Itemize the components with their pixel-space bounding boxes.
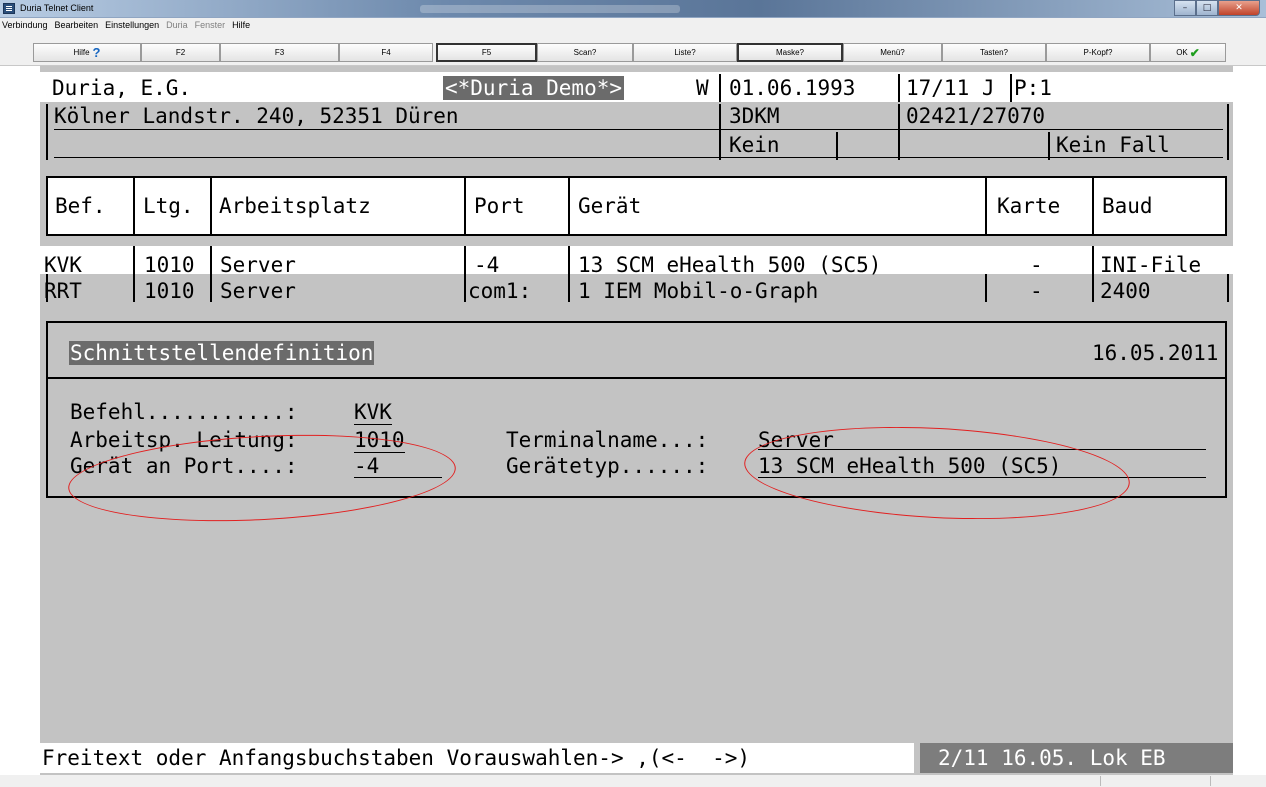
check-icon: ✔ bbox=[1189, 45, 1200, 60]
f4-button[interactable]: F4 bbox=[339, 43, 433, 62]
minimize-button[interactable]: – bbox=[1174, 0, 1196, 16]
col-header-baud: Baud bbox=[1102, 194, 1153, 218]
menu-einstellungen[interactable]: Einstellungen bbox=[105, 20, 159, 30]
help-label: Hilfe bbox=[73, 48, 90, 57]
title-bar: Duria Telnet Client – □ ✕ bbox=[0, 0, 1266, 18]
insurance-code: 3DKM bbox=[729, 104, 780, 128]
menue-label: Menü? bbox=[880, 48, 905, 57]
patient-name: Duria, E.G. bbox=[52, 76, 192, 100]
col-header-bef: Bef. bbox=[55, 194, 106, 218]
f5-label: F5 bbox=[481, 48, 492, 57]
ok-button[interactable]: OK ✔ bbox=[1150, 43, 1226, 62]
tasten-button[interactable]: Tasten? bbox=[942, 43, 1046, 62]
tasten-label: Tasten? bbox=[979, 48, 1009, 57]
menue-button[interactable]: Menü? bbox=[843, 43, 942, 62]
patient-age: 17/11 J bbox=[906, 76, 995, 100]
f2-label: F2 bbox=[175, 48, 186, 57]
kein-field: Kein bbox=[729, 133, 780, 157]
col-header-geraet: Gerät bbox=[578, 194, 642, 218]
row2-port: com1: bbox=[468, 279, 532, 303]
menu-duria[interactable]: Duria bbox=[166, 20, 188, 30]
col-header-port: Port bbox=[474, 194, 525, 218]
blurred-document-title bbox=[420, 5, 680, 13]
liste-label: Liste? bbox=[674, 48, 696, 57]
col-header-arbeitsplatz: Arbeitsplatz bbox=[219, 194, 371, 218]
scan-label: Scan? bbox=[573, 48, 597, 57]
status-hint-text: Freitext oder Anfangsbuchstaben Vorauswa… bbox=[42, 746, 751, 770]
row2-ltg: 1010 bbox=[144, 279, 195, 303]
patient-header-row bbox=[40, 72, 1233, 102]
p-kopf-label: P-Kopf? bbox=[1083, 48, 1113, 57]
ok-label: OK bbox=[1176, 48, 1188, 57]
terminal-label: Terminalname...: bbox=[506, 428, 709, 452]
section-title: Schnittstellendefinition bbox=[69, 341, 375, 365]
col-header-karte: Karte bbox=[997, 194, 1061, 218]
terminal-screen[interactable]: Duria, E.G. <*Duria Demo*> W 01.06.1993 … bbox=[40, 66, 1233, 775]
maske-label: Maske? bbox=[775, 48, 804, 57]
function-key-bar: Hilfe ? F2 F3 F4 F5 Scan? Liste? Maske? … bbox=[0, 32, 1266, 66]
befehl-label: Befehl...........: bbox=[70, 400, 298, 424]
menu-bearbeiten[interactable]: Bearbeiten bbox=[55, 20, 99, 30]
f3-button[interactable]: F3 bbox=[220, 43, 339, 62]
help-button[interactable]: Hilfe ? bbox=[33, 43, 141, 62]
row2-baud: 2400 bbox=[1100, 279, 1151, 303]
maximize-button[interactable]: □ bbox=[1196, 0, 1218, 16]
window-status-strip bbox=[0, 775, 1266, 787]
patient-phone: 02421/27070 bbox=[906, 104, 1046, 128]
f4-label: F4 bbox=[381, 48, 391, 57]
case-status: Kein Fall bbox=[1056, 133, 1170, 157]
window-title: Duria Telnet Client bbox=[20, 3, 94, 13]
typ-label: Gerätetyp......: bbox=[506, 454, 709, 478]
patient-address: Kölner Landstr. 240, 52351 Düren bbox=[54, 104, 459, 128]
f5-button[interactable]: F5 bbox=[436, 43, 537, 62]
demo-badge: <*Duria Demo*> bbox=[443, 76, 625, 100]
menu-verbindung[interactable]: Verbindung bbox=[2, 20, 48, 30]
p-kopf-button[interactable]: P-Kopf? bbox=[1046, 43, 1150, 62]
f2-button[interactable]: F2 bbox=[141, 43, 220, 62]
status-hint: Freitext oder Anfangsbuchstaben Vorauswa… bbox=[40, 743, 914, 773]
section-date: 16.05.2011 bbox=[1092, 341, 1219, 365]
liste-button[interactable]: Liste? bbox=[633, 43, 737, 62]
patient-birthdate: 01.06.1993 bbox=[729, 76, 856, 100]
f3-label: F3 bbox=[274, 48, 285, 57]
question-mark-icon: ? bbox=[92, 45, 101, 60]
maske-button[interactable]: Maske? bbox=[737, 43, 843, 62]
row2-geraet: 1 IEM Mobil-o-Graph bbox=[578, 279, 819, 303]
menu-bar: Verbindung Bearbeiten Einstellungen Duri… bbox=[0, 18, 1266, 32]
w-flag: W bbox=[696, 76, 709, 100]
status-info: 2/11 16.05. Lok EB bbox=[920, 743, 1233, 773]
annotation-ellipse bbox=[741, 417, 1133, 529]
menu-fenster[interactable]: Fenster bbox=[195, 20, 226, 30]
menu-hilfe[interactable]: Hilfe bbox=[232, 20, 250, 30]
befehl-field[interactable]: KVK bbox=[354, 400, 392, 425]
row2-karte: - bbox=[1030, 279, 1043, 303]
row2-bef: RRT bbox=[44, 279, 82, 303]
close-button[interactable]: ✕ bbox=[1218, 0, 1260, 16]
patient-p: P:1 bbox=[1014, 76, 1052, 100]
row2-arbeitsplatz: Server bbox=[220, 279, 296, 303]
col-header-ltg: Ltg. bbox=[143, 194, 194, 218]
scan-button[interactable]: Scan? bbox=[537, 43, 633, 62]
app-icon bbox=[3, 3, 15, 14]
